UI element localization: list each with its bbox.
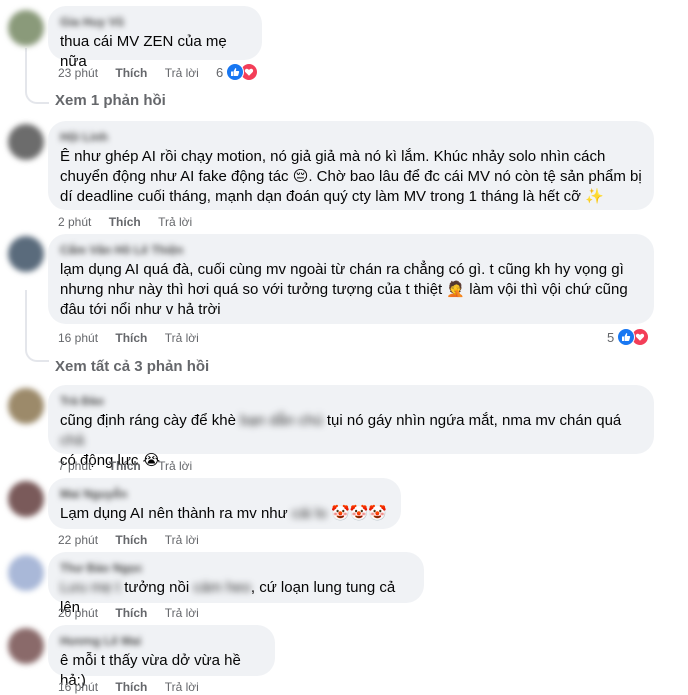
comment-actions: 22 phút Thích Trả lời [58, 532, 213, 548]
reply-button[interactable]: Trả lời [158, 214, 192, 230]
like-button[interactable]: Thích [115, 65, 147, 81]
reaction-count: 6 [216, 64, 224, 80]
comment-author[interactable]: Hương Lê Mai [60, 633, 263, 649]
comment-time[interactable]: 16 phút [58, 679, 98, 695]
thread-curve [25, 346, 49, 362]
blurred-text: cái lo [291, 505, 327, 522]
comment-author[interactable]: Gia Huy Vũ [60, 14, 250, 30]
comment-bubble: Cẩm Vân Hồ Lê Thiện lạm dụng AI quá đà, … [48, 234, 654, 324]
reply-button[interactable]: Trả lời [165, 532, 199, 548]
comment-author[interactable]: Mai Nguyễn [60, 486, 389, 502]
comment-time[interactable]: 2 phút [58, 214, 91, 230]
like-icon [617, 328, 636, 346]
blurred-text: cám heo [193, 579, 251, 596]
avatar[interactable] [8, 628, 44, 664]
reaction-summary[interactable]: 6 [216, 63, 259, 81]
comment-text: đâu tới nổi như v hả trời [60, 301, 221, 318]
reaction-summary[interactable]: 5 [607, 328, 650, 346]
comment-bubble: Hương Lê Mai ê mỗi t thấy vừa dở vừa hề … [48, 625, 275, 689]
comment-text: nhưng như này thì hơi quá so với tưởng t… [60, 281, 628, 298]
like-icon [226, 63, 245, 81]
comment-actions: 7 phút Thích Trả lời [58, 458, 206, 474]
blurred-text: chả [60, 432, 85, 449]
avatar[interactable] [8, 124, 44, 160]
blurred-text: Lưu mẹ t [60, 579, 121, 596]
comment-actions: 16 phút Thích Trả lời [58, 679, 213, 695]
comment-author[interactable]: Trà Đào [60, 393, 642, 409]
comment-text: lạm dụng AI quá đà, cuối cùng mv ngoài t… [60, 261, 624, 278]
avatar[interactable] [8, 10, 44, 46]
comment-time[interactable]: 23 phút [58, 65, 98, 81]
like-button[interactable]: Thích [115, 605, 147, 621]
comment-text: Ê như ghép AI rồi chạy motion, nó giả gi… [60, 148, 606, 165]
avatar[interactable] [8, 481, 44, 517]
avatar[interactable] [8, 555, 44, 591]
comment-bubble: Trà Đào cũng định ráng cày để khè bạn dẫ… [48, 385, 654, 469]
reply-button[interactable]: Trả lời [165, 65, 199, 81]
comment-bubble: Gia Huy Vũ thua cái MV ZEN của mẹ nữa [48, 6, 262, 70]
reaction-count: 5 [607, 329, 615, 345]
comment-time[interactable]: 16 phút [58, 330, 98, 346]
reply-button[interactable]: Trả lời [158, 458, 192, 474]
comment-author[interactable]: Thư Bảo Ngọc [60, 560, 412, 576]
comment-time[interactable]: 20 phút [58, 605, 98, 621]
thread-line [25, 290, 27, 348]
comment-bubble: Thư Bảo Ngọc Lưu mẹ t tưởng nồi cám heo,… [48, 552, 424, 616]
like-button[interactable]: Thích [109, 458, 141, 474]
avatar[interactable] [8, 388, 44, 424]
comment-text: dí deadline cuối tháng, mạnh dạn đoán qu… [60, 188, 604, 205]
comment-actions: 16 phút Thích Trả lời [58, 330, 213, 346]
like-button[interactable]: Thích [115, 532, 147, 548]
comment-author[interactable]: Hội Linh [60, 129, 642, 145]
thread-curve [25, 88, 49, 104]
like-button[interactable]: Thích [115, 330, 147, 346]
comment-bubble: Hội Linh Ê như ghép AI rồi chạy motion, … [48, 121, 654, 210]
reply-button[interactable]: Trả lời [165, 679, 199, 695]
comment-actions: 20 phút Thích Trả lời [58, 605, 213, 621]
like-button[interactable]: Thích [109, 214, 141, 230]
view-replies-link[interactable]: Xem tất cả 3 phản hồi [55, 357, 209, 377]
blurred-text: bạn dẫn chú [240, 412, 323, 429]
comment-text: cũng định ráng cày để khè bạn dẫn chú tụ… [60, 412, 626, 449]
reply-button[interactable]: Trả lời [165, 330, 199, 346]
reply-button[interactable]: Trả lời [165, 605, 199, 621]
comment-bubble: Mai Nguyễn Lạm dụng AI nên thành ra mv n… [48, 478, 401, 529]
comment-text: Lạm dụng AI nên thành ra mv như cái lo 🤡… [60, 505, 388, 522]
view-replies-link[interactable]: Xem 1 phản hồi [55, 91, 166, 111]
comment-time[interactable]: 22 phút [58, 532, 98, 548]
thread-line [25, 48, 27, 90]
comment-time[interactable]: 7 phút [58, 458, 91, 474]
comment-text: chuyển động như AI fake động tác 😔. Chờ … [60, 168, 642, 185]
comment-actions: 2 phút Thích Trả lời [58, 214, 206, 230]
avatar[interactable] [8, 236, 44, 272]
like-button[interactable]: Thích [115, 679, 147, 695]
comment-actions: 23 phút Thích Trả lời [58, 65, 213, 81]
comment-author[interactable]: Cẩm Vân Hồ Lê Thiện [60, 242, 642, 258]
